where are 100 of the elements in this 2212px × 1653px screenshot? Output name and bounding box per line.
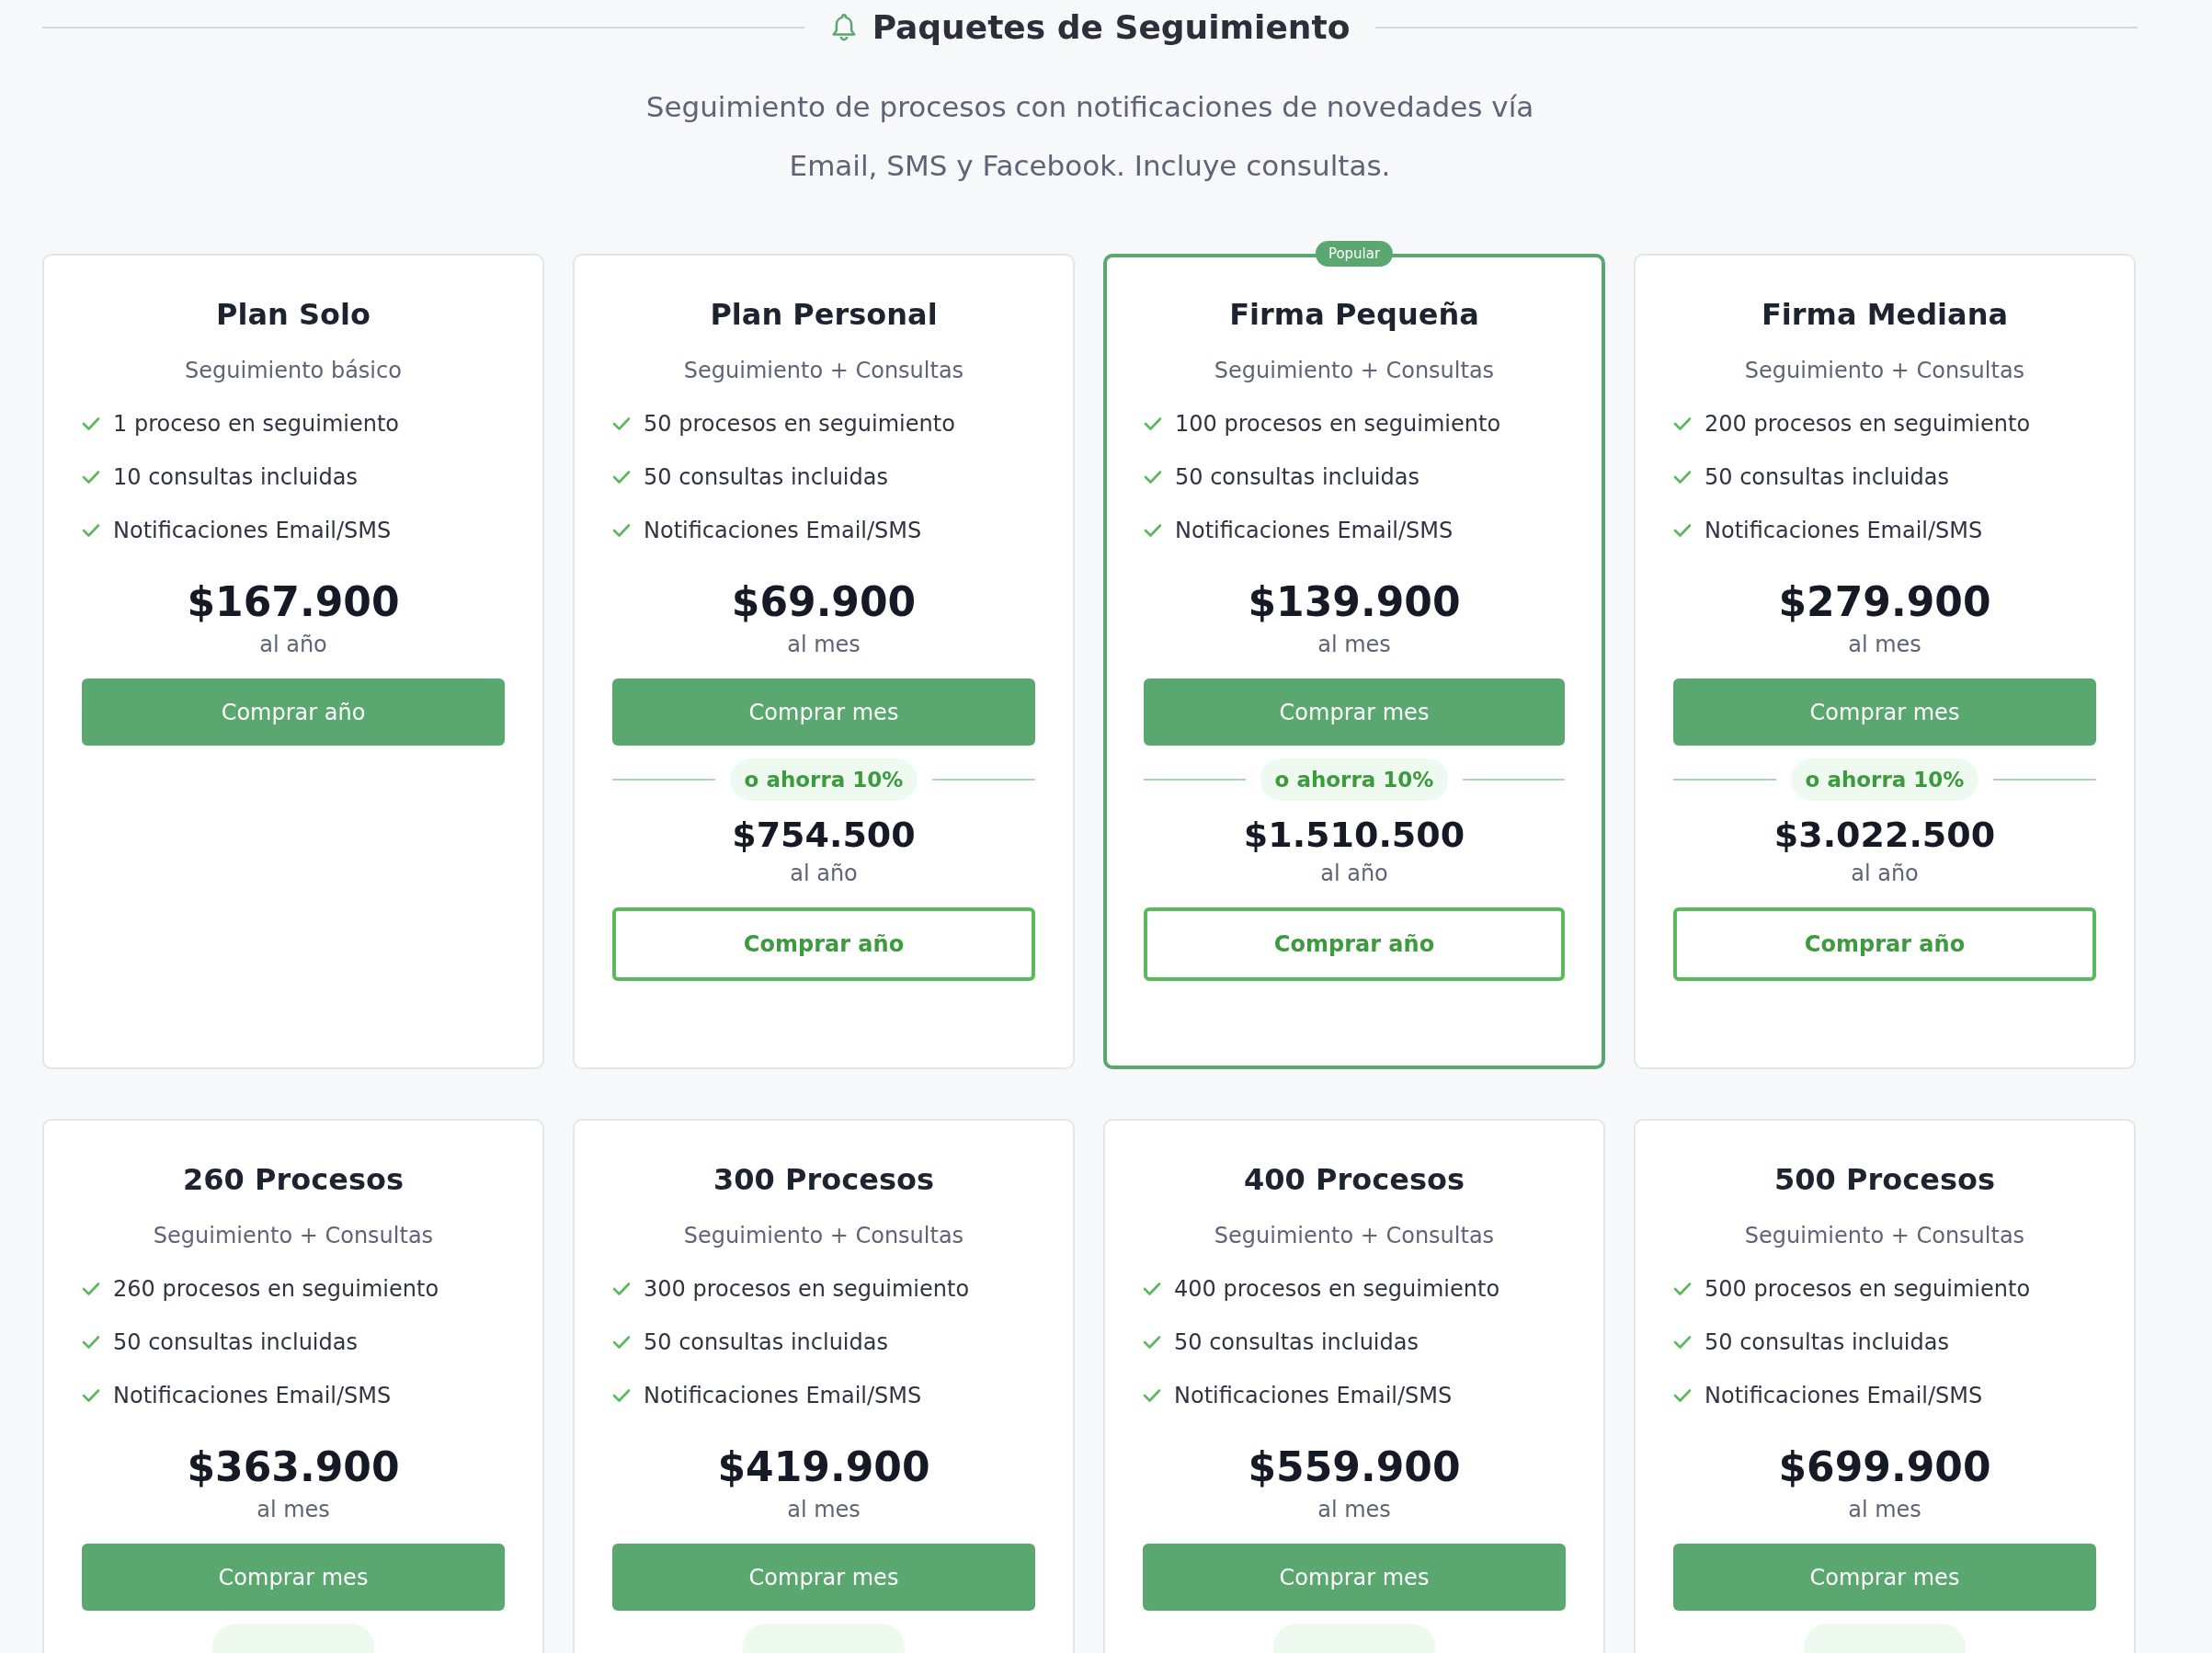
buy-button[interactable]: Comprar año — [82, 678, 505, 746]
check-icon — [1673, 1335, 1692, 1350]
price-period: al mes — [256, 1496, 331, 1524]
check-icon — [612, 1335, 631, 1350]
feature-text: 1 proceso en seguimiento — [113, 410, 400, 439]
check-icon — [82, 416, 100, 431]
plan-subtitle: Seguimiento + Consultas — [682, 1222, 965, 1250]
plan-title: Plan Solo — [215, 296, 371, 333]
price: $139.900 — [1247, 577, 1462, 627]
feature-text: 50 consultas incluidas — [644, 463, 888, 492]
plan-subtitle: Seguimiento + Consultas — [682, 357, 965, 385]
popular-badge: Popular — [1315, 241, 1394, 267]
check-icon — [82, 1388, 100, 1403]
check-icon — [612, 1388, 631, 1403]
plan-title: 260 Procesos — [182, 1161, 405, 1198]
feature-text: 300 procesos en seguimiento — [644, 1275, 970, 1304]
check-icon — [1143, 1335, 1161, 1350]
plan-subtitle: Seguimiento + Consultas — [1743, 1222, 2026, 1250]
plan-title: Firma Pequeña — [1228, 296, 1480, 333]
feature-text: 100 procesos en seguimiento — [1175, 410, 1501, 439]
savings-pill: o ahorra 10% — [729, 758, 918, 801]
savings-pill: o ahorra 10% — [1260, 758, 1449, 801]
check-icon — [1673, 470, 1692, 484]
plan-subtitle: Seguimiento + Consultas — [1213, 1222, 1496, 1250]
check-icon — [1673, 416, 1692, 431]
buy-button[interactable]: Comprar mes — [1143, 1544, 1566, 1611]
price: $167.900 — [186, 577, 401, 627]
price-period: al año — [258, 631, 328, 659]
buy-button[interactable]: Comprar mes — [612, 678, 1035, 746]
price-period: al año — [1850, 860, 1920, 888]
feature-text: 50 consultas incluidas — [1175, 463, 1420, 492]
check-icon — [82, 1282, 100, 1296]
section-description: Email, SMS y Facebook. Incluye consultas. — [788, 148, 1392, 184]
feature-text: 50 consultas incluidas — [1174, 1328, 1419, 1357]
price-period: al mes — [1317, 631, 1392, 659]
feature-text: 10 consultas incluidas — [113, 463, 358, 492]
price: $559.900 — [1247, 1442, 1462, 1492]
buy-button[interactable]: Comprar mes — [1673, 678, 2096, 746]
price: $363.900 — [186, 1442, 401, 1492]
price: $279.900 — [1777, 577, 1992, 627]
check-icon — [1143, 1282, 1161, 1296]
feature-text: Notificaciones Email/SMS — [1705, 517, 1983, 545]
check-icon — [1144, 523, 1162, 538]
feature-text: Notificaciones Email/SMS — [644, 517, 922, 545]
price-period: al mes — [1847, 1496, 1922, 1524]
check-icon — [82, 470, 100, 484]
feature-text: Notificaciones Email/SMS — [113, 517, 392, 545]
section-title: Paquetes de Seguimiento — [872, 7, 1351, 48]
feature-text: 50 consultas incluidas — [113, 1328, 358, 1357]
price: $69.900 — [730, 577, 918, 627]
buy-button[interactable]: Comprar mes — [612, 1544, 1035, 1611]
savings-pill: o ahorra 10% — [1790, 758, 1979, 801]
section-description: Seguimiento de procesos con notificaciones de novedades vía — [644, 89, 1535, 125]
feature-text: 400 procesos en seguimiento — [1174, 1275, 1500, 1304]
feature-text: Notificaciones Email/SMS — [1705, 1382, 1983, 1410]
feature-text: 200 procesos en seguimiento — [1705, 410, 2031, 439]
plan-title: 500 Procesos — [1773, 1161, 1996, 1198]
check-icon — [1673, 523, 1692, 538]
buy-button[interactable]: Comprar mes — [1673, 1544, 2096, 1611]
feature-text: 50 consultas incluidas — [644, 1328, 888, 1357]
price-period: al mes — [1847, 631, 1922, 659]
check-icon — [612, 416, 631, 431]
plan-title: 400 Procesos — [1243, 1161, 1465, 1198]
check-icon — [82, 1335, 100, 1350]
annual-price: $754.500 — [731, 814, 917, 856]
plan-title: Plan Personal — [709, 296, 939, 333]
price-period: al año — [789, 860, 859, 888]
feature-text: Notificaciones Email/SMS — [644, 1382, 922, 1410]
price-period: al año — [1319, 860, 1389, 888]
price-period: al mes — [786, 631, 861, 659]
buy-annual-button[interactable]: Comprar año — [1673, 907, 2096, 981]
plan-subtitle: Seguimiento básico — [184, 357, 403, 385]
feature-text: Notificaciones Email/SMS — [1174, 1382, 1453, 1410]
feature-text: 260 procesos en seguimiento — [113, 1275, 439, 1304]
feature-text: 50 consultas incluidas — [1705, 463, 1949, 492]
check-icon — [612, 523, 631, 538]
plan-subtitle: Seguimiento + Consultas — [1743, 357, 2026, 385]
plan-subtitle: Seguimiento + Consultas — [1213, 357, 1496, 385]
check-icon — [1144, 416, 1162, 431]
price-period: al mes — [1317, 1496, 1392, 1524]
check-icon — [612, 1282, 631, 1296]
plan-subtitle: Seguimiento + Consultas — [152, 1222, 435, 1250]
annual-price: $1.510.500 — [1242, 814, 1466, 856]
feature-text: Notificaciones Email/SMS — [1175, 517, 1454, 545]
check-icon — [1673, 1388, 1692, 1403]
buy-annual-button[interactable]: Comprar año — [612, 907, 1035, 981]
check-icon — [1143, 1388, 1161, 1403]
check-icon — [1144, 470, 1162, 484]
buy-button[interactable]: Comprar mes — [1144, 678, 1565, 746]
buy-annual-button[interactable]: Comprar año — [1144, 907, 1565, 981]
feature-text: Notificaciones Email/SMS — [113, 1382, 392, 1410]
price: $699.900 — [1777, 1442, 1992, 1492]
check-icon — [1673, 1282, 1692, 1296]
buy-button[interactable]: Comprar mes — [82, 1544, 505, 1611]
feature-text: 50 procesos en seguimiento — [644, 410, 955, 439]
plan-title: 300 Procesos — [713, 1161, 935, 1198]
price: $419.900 — [716, 1442, 931, 1492]
feature-text: 500 procesos en seguimiento — [1705, 1275, 2031, 1304]
price-period: al mes — [786, 1496, 861, 1524]
feature-text: 50 consultas incluidas — [1705, 1328, 1949, 1357]
